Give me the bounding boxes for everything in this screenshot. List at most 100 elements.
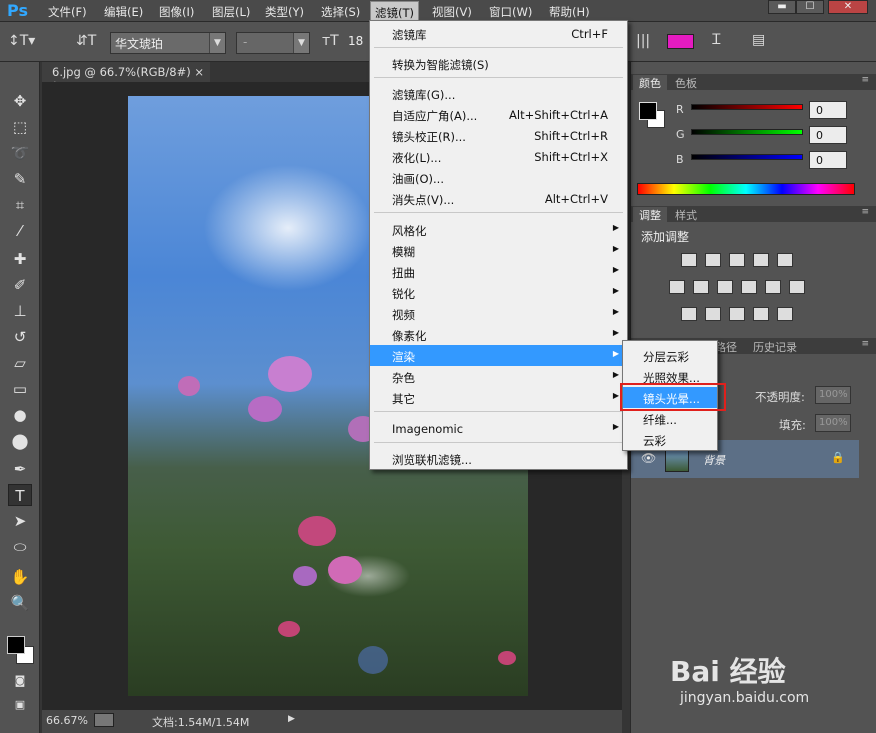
threshold-icon[interactable] — [729, 307, 745, 321]
move-tool-icon[interactable]: ✥ — [8, 90, 32, 112]
gradient-tool-icon[interactable]: ▭ — [8, 378, 32, 400]
marquee-tool-icon[interactable]: ⬚ — [8, 116, 32, 138]
submenu-item-fibers[interactable]: 纤维... — [623, 408, 717, 429]
text-tool-preset-icon[interactable]: ↕T▾ — [8, 33, 35, 49]
eraser-tool-icon[interactable]: ▱ — [8, 352, 32, 374]
lasso-tool-icon[interactable]: ➰ — [8, 142, 32, 164]
stamp-tool-icon[interactable]: ⊥ — [8, 300, 32, 322]
menu-item-distort[interactable]: 扭曲 ▶ — [370, 261, 627, 282]
menu-item-imagenomic[interactable]: Imagenomic ▶ — [370, 418, 627, 439]
menu-item-vanishing-point[interactable]: 消失点(V)... Alt+Ctrl+V — [370, 188, 627, 209]
blur-tool-icon[interactable]: ● — [8, 404, 32, 426]
menu-item-blur[interactable]: 模糊 ▶ — [370, 240, 627, 261]
warp-text-icon[interactable]: Ꮖ — [712, 32, 721, 48]
font-style-select[interactable]: - ▼ — [236, 32, 310, 54]
menu-item-filter-gallery[interactable]: 滤镜库(G)... — [370, 83, 627, 104]
status-menu-arrow-icon[interactable]: ▶ — [288, 714, 295, 724]
character-panel-icon[interactable]: ▤ — [752, 32, 765, 48]
panel-menu-icon[interactable]: ≡ — [861, 207, 869, 217]
menu-item-video[interactable]: 视频 ▶ — [370, 303, 627, 324]
healing-brush-icon[interactable]: ✚ — [8, 248, 32, 270]
minimize-button[interactable]: ▬ — [768, 0, 796, 14]
quick-mask-icon[interactable]: ◙ — [8, 670, 32, 692]
hue-saturation-icon[interactable] — [669, 280, 685, 294]
menu-type[interactable]: 类型(Y) — [265, 4, 304, 20]
menu-filter[interactable]: 滤镜(T) — [370, 1, 419, 21]
menu-item-filter-gallery-last[interactable]: 滤镜库 Ctrl+F — [370, 23, 627, 44]
menu-view[interactable]: 视图(V) — [432, 4, 472, 20]
gradient-map-icon[interactable] — [777, 307, 793, 321]
opacity-input[interactable]: 100% — [815, 386, 851, 404]
layer-name[interactable]: 背景 — [703, 452, 725, 468]
zoom-level[interactable]: 66.67% — [46, 714, 88, 727]
align-icon[interactable]: ||| — [636, 33, 650, 49]
eyedropper-tool-icon[interactable]: ⁄ — [8, 220, 32, 242]
selective-color-icon[interactable] — [753, 307, 769, 321]
menu-item-adaptive-wide-angle[interactable]: 自适应广角(A)... Alt+Shift+Ctrl+A — [370, 104, 627, 125]
fill-input[interactable]: 100% — [815, 414, 851, 432]
menu-item-render[interactable]: 渲染 ▶ — [370, 345, 627, 366]
submenu-item-difference-clouds[interactable]: 分层云彩 — [623, 345, 717, 366]
dodge-tool-icon[interactable]: ⬤ — [8, 430, 32, 452]
invert-icon[interactable] — [681, 307, 697, 321]
font-size-value[interactable]: 18 — [348, 34, 363, 48]
brightness-icon[interactable] — [681, 253, 697, 267]
green-slider[interactable] — [691, 129, 803, 135]
text-color-swatch[interactable] — [667, 34, 694, 49]
menu-item-sharpen[interactable]: 锐化 ▶ — [370, 282, 627, 303]
color-spectrum-bar[interactable] — [637, 183, 855, 195]
zoom-tool-icon[interactable]: 🔍 — [8, 592, 32, 614]
menu-item-liquify[interactable]: 液化(L)... Shift+Ctrl+X — [370, 146, 627, 167]
eye-icon[interactable]: 👁 — [641, 451, 656, 465]
maximize-button[interactable]: ☐ — [796, 0, 824, 14]
crop-tool-icon[interactable]: ⌗ — [8, 194, 32, 216]
tab-swatches[interactable]: 色板 — [669, 75, 703, 90]
blue-slider[interactable] — [691, 154, 803, 160]
screen-mode-icon[interactable]: ▣ — [8, 694, 32, 716]
pen-tool-icon[interactable]: ✒ — [8, 458, 32, 480]
text-tool-icon[interactable]: T — [8, 484, 32, 506]
color-balance-icon[interactable] — [693, 280, 709, 294]
menu-help[interactable]: 帮助(H) — [549, 4, 590, 20]
menu-select[interactable]: 选择(S) — [321, 4, 360, 20]
black-white-icon[interactable] — [717, 280, 733, 294]
menu-item-pixelate[interactable]: 像素化 ▶ — [370, 324, 627, 345]
menu-image[interactable]: 图像(I) — [159, 4, 194, 20]
close-button[interactable]: ✕ — [828, 0, 868, 14]
color-lookup-icon[interactable] — [789, 280, 805, 294]
panel-menu-icon[interactable]: ≡ — [861, 75, 869, 85]
green-value-input[interactable]: 0 — [809, 126, 847, 144]
font-family-select[interactable]: 华文琥珀 ▼ — [110, 32, 226, 54]
path-select-tool-icon[interactable]: ➤ — [8, 510, 32, 532]
blue-value-input[interactable]: 0 — [809, 151, 847, 169]
menu-item-oil-paint[interactable]: 油画(O)... — [370, 167, 627, 188]
close-tab-icon[interactable]: × — [194, 65, 204, 79]
exposure-icon[interactable] — [753, 253, 769, 267]
menu-file[interactable]: 文件(F) — [48, 4, 87, 20]
history-brush-icon[interactable]: ↺ — [8, 326, 32, 348]
menu-window[interactable]: 窗口(W) — [489, 4, 532, 20]
tab-history[interactable]: 历史记录 — [747, 339, 803, 354]
menu-item-lens-correction[interactable]: 镜头校正(R)... Shift+Ctrl+R — [370, 125, 627, 146]
status-icon[interactable] — [94, 713, 114, 727]
menu-item-stylize[interactable]: 风格化 ▶ — [370, 219, 627, 240]
vibrance-icon[interactable] — [777, 253, 793, 267]
menu-item-browse-online-filters[interactable]: 浏览联机滤镜... — [370, 448, 627, 469]
menu-item-convert-smart-filter[interactable]: 转换为智能滤镜(S) — [370, 53, 627, 74]
quick-select-tool-icon[interactable]: ✎ — [8, 168, 32, 190]
brush-tool-icon[interactable]: ✐ — [8, 274, 32, 296]
tab-color[interactable]: 颜色 — [633, 75, 667, 90]
foreground-color-swatch[interactable] — [639, 102, 657, 120]
menu-edit[interactable]: 编辑(E) — [104, 4, 143, 20]
panel-menu-icon[interactable]: ≡ — [861, 339, 869, 349]
menu-layer[interactable]: 图层(L) — [212, 4, 250, 20]
document-tab[interactable]: 6.jpg @ 66.7%(RGB/8#) * × — [42, 62, 210, 93]
red-slider[interactable] — [691, 104, 803, 110]
foreground-color-swatch[interactable] — [7, 636, 25, 654]
curves-icon[interactable] — [729, 253, 745, 267]
hand-tool-icon[interactable]: ✋ — [8, 566, 32, 588]
posterize-icon[interactable] — [705, 307, 721, 321]
tab-adjustments[interactable]: 调整 — [633, 207, 667, 222]
ellipse-tool-icon[interactable]: ⬭ — [8, 536, 32, 558]
channel-mixer-icon[interactable] — [765, 280, 781, 294]
